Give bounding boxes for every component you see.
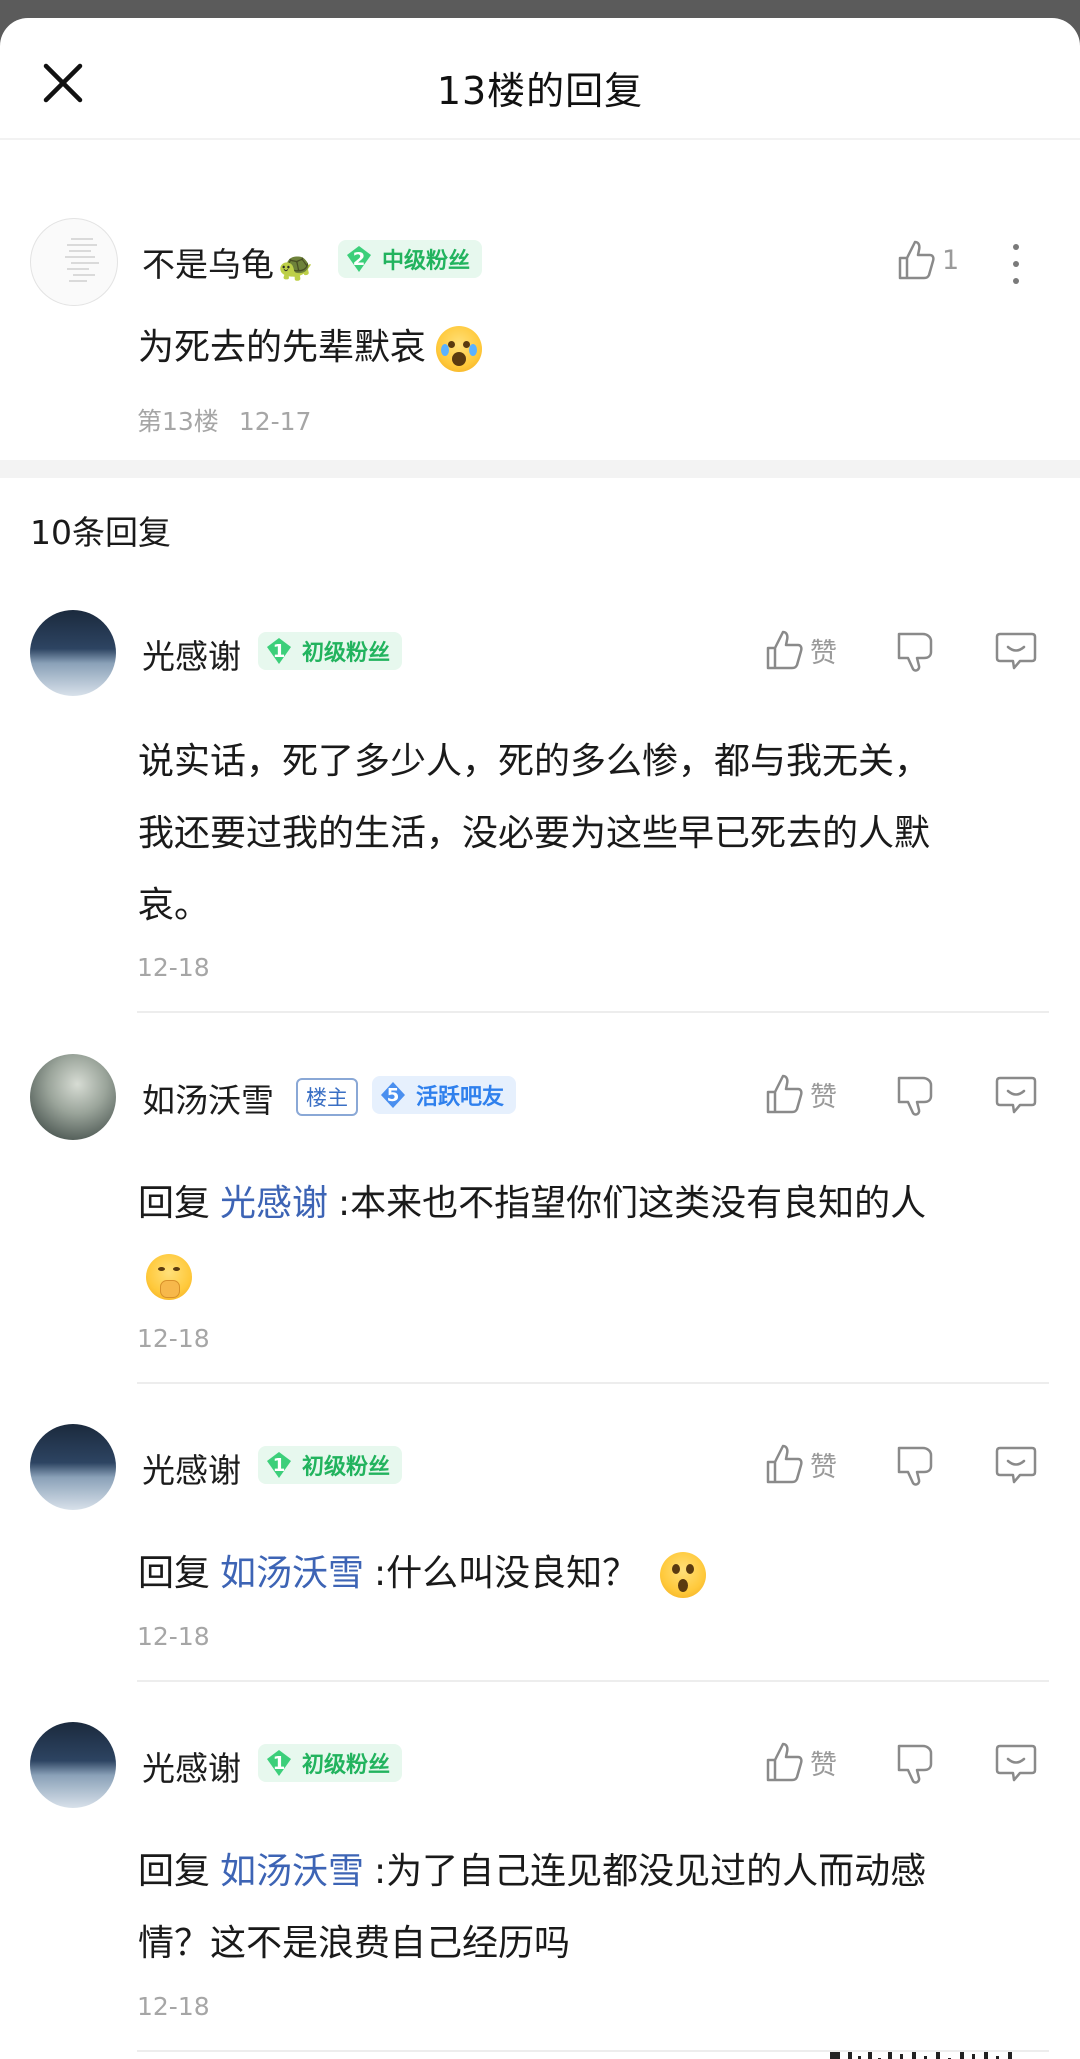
thumb-up-icon xyxy=(766,1074,803,1114)
avatar[interactable] xyxy=(30,1722,116,1808)
like-label: 赞 xyxy=(810,1081,837,1113)
reply-divider xyxy=(137,1680,1049,1682)
reply-content: 说实话，死了多少人，死的多么惨，都与我无关， 我还要过我的生活，没必要为这些早已… xyxy=(138,741,931,926)
dislike-button[interactable] xyxy=(895,1074,935,1118)
reply-content: 回复 光感谢:本来也不指望你们这类没有良知的人 xyxy=(138,1168,926,1312)
reply-date: 12-18 xyxy=(137,1992,210,2021)
reply-date: 12-18 xyxy=(137,953,210,982)
username-text: 不是乌龟 xyxy=(142,245,274,284)
reply-divider xyxy=(137,1011,1049,1013)
comment-bubble-icon xyxy=(995,632,1037,670)
owner-tag: 楼主 xyxy=(296,1078,358,1116)
turtle-emoji: 🐢 xyxy=(278,250,313,283)
thumb-up-icon xyxy=(766,1444,803,1484)
post-date: 12-17 xyxy=(238,407,312,436)
shocked-emoji xyxy=(660,1552,707,1598)
gem-icon: 2 xyxy=(344,244,374,274)
reply-divider xyxy=(137,1382,1049,1384)
replies-count: 10条回复 xyxy=(30,513,171,552)
fan-level-badge[interactable]: 1 初级粉丝 xyxy=(258,1446,403,1484)
username[interactable]: 光感谢 xyxy=(142,1742,241,1790)
reply-date: 12-18 xyxy=(137,1622,210,1651)
floor-number: 第13楼 xyxy=(137,407,219,436)
like-label: 赞 xyxy=(810,1749,837,1781)
like-button[interactable]: 1 xyxy=(896,238,959,282)
mention-link[interactable]: 如汤沃雪 xyxy=(210,1553,374,1594)
reply-content: 回复 如汤沃雪:为了自己连见都没见过的人而动感 情？这不是浪费自己经历吗 xyxy=(138,1851,927,1964)
shush-emoji xyxy=(146,1254,192,1300)
fan-level-badge[interactable]: 2 中级粉丝 xyxy=(338,240,483,278)
mention-link[interactable]: 光感谢 xyxy=(210,1183,338,1224)
reply-sheet: 13楼的回复 不是乌龟 🐢 2 中级粉丝 1 为死去的先辈默哀 第13楼 12-… xyxy=(0,18,1080,2059)
gem-icon: 5 xyxy=(378,1080,408,1110)
like-button[interactable]: 赞 xyxy=(764,1740,837,1784)
post-meta: 第13楼 12-17 xyxy=(137,402,311,438)
watermark-bars xyxy=(830,2048,1030,2059)
like-label: 赞 xyxy=(810,1451,837,1483)
like-button[interactable]: 赞 xyxy=(764,628,837,672)
dislike-button[interactable] xyxy=(895,1444,935,1488)
crying-emoji xyxy=(436,326,483,372)
badge-label: 初级粉丝 xyxy=(302,1455,391,1480)
fan-level-badge[interactable]: 5 活跃吧友 xyxy=(372,1076,517,1114)
gem-icon: 1 xyxy=(264,636,294,666)
badge-label: 初级粉丝 xyxy=(302,641,391,666)
avatar[interactable] xyxy=(30,1424,116,1510)
thumb-down-icon xyxy=(897,1076,933,1116)
badge-label: 活跃吧友 xyxy=(416,1085,505,1110)
reply-content: 回复 如汤沃雪:什么叫没良知？ xyxy=(138,1538,707,1610)
sheet-header: 13楼的回复 xyxy=(0,18,1080,138)
section-gap xyxy=(0,460,1080,478)
thumb-up-icon xyxy=(766,630,803,670)
like-count: 1 xyxy=(942,244,960,276)
username[interactable]: 光感谢 xyxy=(142,1444,241,1492)
avatar[interactable] xyxy=(30,610,116,696)
avatar[interactable] xyxy=(30,218,118,306)
comment-bubble-icon xyxy=(995,1446,1037,1484)
username[interactable]: 不是乌龟 🐢 xyxy=(142,238,313,286)
floor-post: 不是乌龟 🐢 2 中级粉丝 1 为死去的先辈默哀 第13楼 12-17 xyxy=(0,140,1080,460)
reply-comment-button[interactable] xyxy=(994,630,1038,672)
like-button[interactable]: 赞 xyxy=(764,1442,837,1486)
like-button[interactable]: 赞 xyxy=(764,1072,837,1116)
dislike-button[interactable] xyxy=(895,1742,935,1786)
thumb-down-icon xyxy=(897,632,933,672)
comment-bubble-icon xyxy=(995,1076,1037,1114)
mention-link[interactable]: 如汤沃雪 xyxy=(210,1851,374,1892)
fan-level-badge[interactable]: 1 初级粉丝 xyxy=(258,632,403,670)
gem-icon: 1 xyxy=(264,1450,294,1480)
fan-level-badge[interactable]: 1 初级粉丝 xyxy=(258,1744,403,1782)
thumb-up-icon xyxy=(766,1742,803,1782)
thumb-down-icon xyxy=(897,1744,933,1784)
comment-bubble-icon xyxy=(995,1744,1037,1782)
reply-date: 12-18 xyxy=(137,1324,210,1353)
username[interactable]: 光感谢 xyxy=(142,630,241,678)
thumb-down-icon xyxy=(897,1446,933,1486)
username[interactable]: 如汤沃雪 xyxy=(142,1074,274,1122)
reply-comment-button[interactable] xyxy=(994,1742,1038,1784)
reply-comment-button[interactable] xyxy=(994,1444,1038,1486)
page-title: 13楼的回复 xyxy=(436,69,644,113)
gem-icon: 1 xyxy=(264,1748,294,1778)
thumb-up-icon xyxy=(898,240,935,280)
more-options-icon[interactable] xyxy=(1006,238,1026,292)
avatar[interactable] xyxy=(30,1054,116,1140)
badge-label: 中级粉丝 xyxy=(382,249,471,274)
like-label: 赞 xyxy=(810,637,837,669)
dislike-button[interactable] xyxy=(895,630,935,674)
reply-comment-button[interactable] xyxy=(994,1074,1038,1116)
post-content: 为死去的先辈默哀 xyxy=(138,312,483,384)
badge-label: 初级粉丝 xyxy=(302,1753,391,1778)
